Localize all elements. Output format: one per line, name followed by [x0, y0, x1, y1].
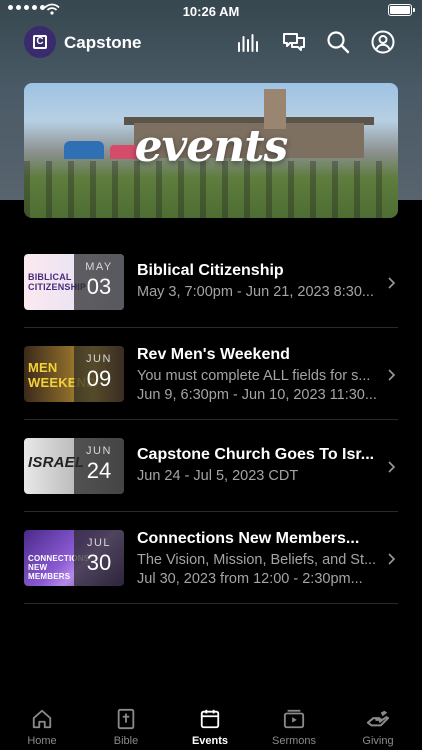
event-thumbnail: ISRAEL JUN 24 [24, 438, 124, 494]
tab-label: Events [191, 735, 229, 747]
bible-icon [117, 708, 135, 730]
search-icon[interactable] [326, 30, 350, 54]
status-bar: 10:26 AM [0, 0, 422, 22]
event-title: Capstone Church Goes To Isr... [137, 446, 375, 463]
events-list: BIBLICAL CITIZENSHIP MAY 03 Biblical Cit… [24, 236, 398, 604]
event-thumbnail: MEN WEEKEND JUN 09 [24, 346, 124, 402]
event-detail: Jun 24 - Jul 5, 2023 CDT [137, 468, 299, 484]
event-day: 09 [86, 366, 112, 391]
event-date-badge: JUL 30 [74, 530, 124, 586]
logo-letter: C [33, 35, 47, 49]
tab-label: Sermons [271, 735, 317, 747]
tab-home[interactable]: Home [0, 708, 84, 747]
event-description: You must complete ALL fields for s... [137, 368, 371, 384]
tab-bible[interactable]: Bible [84, 708, 168, 747]
event-row[interactable]: ISRAEL JUN 24 Capstone Church Goes To Is… [24, 420, 398, 512]
app-bar: C Capstone [0, 24, 422, 64]
event-month: MAY [85, 261, 113, 273]
event-date-badge: MAY 03 [74, 254, 124, 310]
tab-label: Home [27, 735, 57, 747]
tab-sermons[interactable]: Sermons [252, 708, 336, 747]
event-row[interactable]: MEN WEEKEND JUN 09 Rev Men's Weekend You… [24, 328, 398, 420]
chevron-right-icon [388, 369, 396, 381]
battery-icon [388, 4, 415, 16]
chevron-right-icon [388, 553, 396, 565]
events-hero-banner: events [24, 83, 398, 218]
event-day: 30 [86, 550, 112, 575]
event-month: JUN [86, 445, 112, 457]
bottom-tab-bar: Home Bible Events Sermons Giving [0, 700, 422, 750]
event-date-badge: JUN 24 [74, 438, 124, 494]
calendar-icon [200, 709, 220, 729]
app-logo[interactable]: C [24, 26, 56, 58]
profile-icon[interactable] [371, 30, 395, 54]
event-thumbnail: CONNECTIONS NEW MEMBERS JUL 30 [24, 530, 124, 586]
event-detail: Jul 30, 2023 from 12:00 - 2:30pm... [137, 571, 363, 587]
tab-events[interactable]: Events [168, 708, 252, 747]
event-day: 03 [86, 274, 112, 299]
chat-bubbles-icon[interactable] [282, 30, 306, 54]
tab-label: Bible [113, 735, 139, 747]
event-day: 24 [86, 458, 112, 483]
event-detail: May 3, 7:00pm - Jun 21, 2023 8:30... [137, 284, 374, 300]
status-time: 10:26 AM [182, 4, 240, 19]
giving-hand-icon [366, 710, 390, 727]
tab-giving[interactable]: Giving [336, 708, 420, 747]
event-detail: Jun 9, 6:30pm - Jun 10, 2023 11:30... [137, 387, 377, 403]
event-title: Rev Men's Weekend [137, 346, 290, 363]
audio-bars-icon[interactable] [236, 30, 260, 54]
event-month: JUL [86, 537, 112, 549]
hero-label: events [134, 121, 289, 172]
app-title: Capstone [64, 33, 142, 52]
event-title: Connections New Members... [137, 530, 360, 547]
event-description: The Vision, Mission, Beliefs, and St... [137, 552, 377, 568]
event-row[interactable]: BIBLICAL CITIZENSHIP MAY 03 Biblical Cit… [24, 236, 398, 328]
event-row[interactable]: CONNECTIONS NEW MEMBERS JUL 30 Connectio… [24, 512, 398, 604]
event-month: JUN [86, 353, 112, 365]
chevron-right-icon [388, 461, 396, 473]
chevron-right-icon [388, 277, 396, 289]
video-icon [283, 709, 305, 729]
home-icon [32, 709, 52, 729]
event-title: Biblical Citizenship [137, 262, 284, 279]
event-date-badge: JUN 09 [74, 346, 124, 402]
tab-label: Giving [362, 735, 394, 747]
event-thumbnail: BIBLICAL CITIZENSHIP MAY 03 [24, 254, 124, 310]
